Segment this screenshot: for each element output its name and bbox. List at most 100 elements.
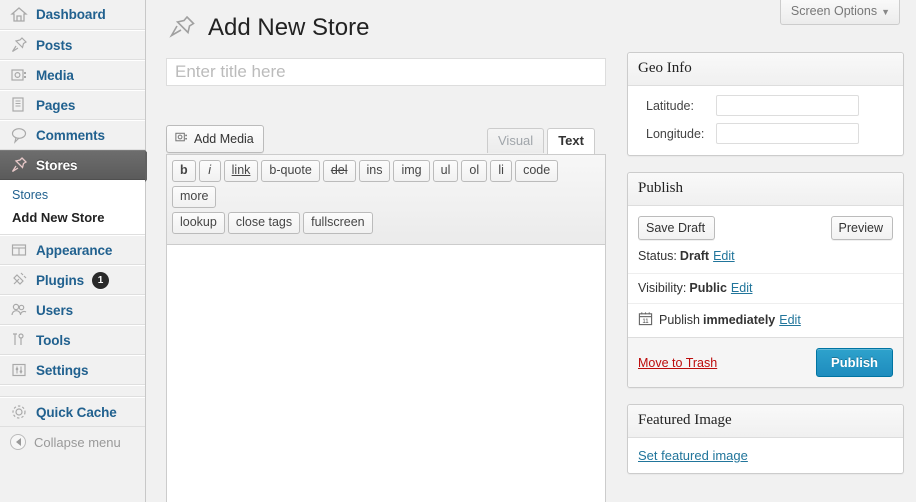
- preview-label: Preview: [838, 221, 883, 235]
- status-edit-link[interactable]: Edit: [713, 249, 735, 263]
- quicktags-row-2: lookup close tags fullscreen: [172, 212, 601, 238]
- quicktag-more[interactable]: more: [172, 186, 217, 208]
- tab-visual-label: Visual: [498, 133, 534, 148]
- set-featured-image-link[interactable]: Set featured image: [638, 448, 748, 463]
- quicktags-row-1: b i link b-quote del ins img ul ol li co…: [172, 160, 601, 212]
- schedule-row: 11 Publish immediately Edit: [628, 303, 903, 337]
- status-row: Status: Draft Edit: [628, 249, 903, 273]
- post-content-textarea[interactable]: [167, 245, 605, 502]
- publish-body: Save Draft Preview Status: Draft Edit Vi…: [628, 206, 903, 387]
- post-title-input[interactable]: [166, 58, 606, 86]
- quicktag-fullscreen[interactable]: fullscreen: [303, 212, 373, 234]
- sidebar-subitem-label: Add New Store: [12, 210, 105, 225]
- tab-visual[interactable]: Visual: [487, 128, 545, 153]
- tab-text[interactable]: Text: [547, 128, 595, 154]
- publish-metabox: Publish Save Draft Preview Status: Draft…: [627, 172, 904, 388]
- geo-info-body: Latitude: Longitude:: [628, 86, 903, 155]
- quicktag-i[interactable]: i: [198, 160, 221, 182]
- sidebar-item-label: Comments: [36, 127, 105, 143]
- sidebar-item-posts[interactable]: Posts: [0, 30, 145, 60]
- plugins-update-badge: 1: [92, 271, 110, 289]
- page-title: Add New Store: [208, 14, 370, 41]
- sidebar-item-label: Tools: [36, 332, 71, 348]
- visibility-value: Public: [689, 281, 727, 295]
- save-draft-label: Save Draft: [646, 221, 706, 235]
- dashboard-house-icon: [9, 5, 29, 25]
- sidebar-item-tools[interactable]: Tools: [0, 325, 145, 355]
- preview-button[interactable]: Preview: [830, 216, 893, 240]
- sidebar-item-stores[interactable]: Stores: [0, 150, 159, 182]
- quicktag-lookup[interactable]: lookup: [172, 212, 225, 234]
- screen-options-button[interactable]: Screen Options ▼: [779, 0, 900, 25]
- quicktag-ol[interactable]: ol: [461, 160, 488, 182]
- sidebar-item-label: Settings: [36, 362, 89, 378]
- quicktag-b-quote[interactable]: b-quote: [261, 160, 320, 182]
- appearance-icon: [9, 240, 29, 260]
- quicktag-link[interactable]: link: [223, 160, 259, 182]
- quicktag-code[interactable]: code: [515, 160, 559, 182]
- plug-icon: [9, 270, 29, 290]
- sidebar-subitem-add-new-store[interactable]: Add New Store: [0, 205, 145, 228]
- main-content: Screen Options▼ Add New Store Add Media …: [147, 0, 916, 502]
- sidebar-item-label: Stores: [36, 157, 78, 173]
- sidebar-item-pages[interactable]: Pages: [0, 90, 145, 120]
- visibility-edit-link[interactable]: Edit: [731, 281, 753, 295]
- page-header: Add New Store: [166, 12, 369, 44]
- quicktag-ul[interactable]: ul: [432, 160, 459, 182]
- sidebar-item-label: Pages: [36, 97, 76, 113]
- add-media-button[interactable]: Add Media: [166, 125, 264, 153]
- comment-bubble-icon: [9, 125, 29, 145]
- visibility-label: Visibility:: [638, 281, 687, 295]
- media-icon: [174, 130, 189, 148]
- schedule-prefix: Publish: [659, 313, 700, 327]
- publishing-actions: Save Draft Preview: [628, 206, 903, 249]
- publish-title: Publish: [628, 173, 903, 206]
- add-media-label: Add Media: [194, 132, 254, 146]
- sidebar-item-quick-cache[interactable]: Quick Cache: [0, 397, 145, 427]
- latitude-input[interactable]: [716, 95, 859, 116]
- status-value: Draft: [679, 249, 710, 263]
- longitude-input[interactable]: [716, 123, 859, 144]
- sidebar-separator: [0, 385, 145, 397]
- quicktag-del[interactable]: del: [322, 160, 356, 182]
- sidebar-item-appearance[interactable]: Appearance: [0, 235, 145, 265]
- svg-text:11: 11: [642, 319, 649, 325]
- quicktag-img[interactable]: img: [393, 160, 430, 182]
- quicktag-close-tags[interactable]: close tags: [227, 212, 301, 234]
- latitude-row: Latitude:: [638, 95, 893, 116]
- quicktag-li[interactable]: li: [490, 160, 513, 182]
- schedule-when: immediately: [703, 313, 776, 327]
- collapse-menu-label: Collapse menu: [34, 434, 121, 450]
- sidebar-subitem-stores[interactable]: Stores: [0, 185, 145, 205]
- featured-image-body: Set featured image: [628, 438, 903, 473]
- tab-text-label: Text: [558, 133, 584, 148]
- featured-image-metabox: Featured Image Set featured image: [627, 404, 904, 474]
- sidebar-item-media[interactable]: Media: [0, 60, 145, 90]
- sidebar-item-settings[interactable]: Settings: [0, 355, 145, 385]
- longitude-row: Longitude:: [638, 123, 893, 144]
- collapse-menu-button[interactable]: Collapse menu: [0, 427, 145, 457]
- sidebar-item-comments[interactable]: Comments: [0, 120, 145, 150]
- sidebar-item-label: Media: [36, 67, 74, 83]
- sidebar-item-label: Posts: [36, 37, 73, 53]
- post-editor: b i link b-quote del ins img ul ol li co…: [166, 154, 606, 502]
- pin-icon: [9, 35, 29, 55]
- sidebar-item-label: Appearance: [36, 242, 113, 258]
- calendar-icon: 11: [638, 311, 653, 329]
- admin-sidebar: Dashboard Posts Media Pages Comments Sto…: [0, 0, 159, 502]
- sidebar-submenu-stores: Stores Add New Store: [0, 180, 145, 235]
- wp-admin-screen: Dashboard Posts Media Pages Comments Sto…: [0, 0, 916, 502]
- save-draft-button[interactable]: Save Draft: [638, 216, 716, 240]
- sidebar-item-dashboard[interactable]: Dashboard: [0, 0, 145, 30]
- sidebar-item-plugins[interactable]: Plugins 1: [0, 265, 145, 295]
- quicktag-b[interactable]: b: [172, 160, 196, 182]
- move-to-trash-link[interactable]: Move to Trash: [638, 356, 717, 370]
- schedule-edit-link[interactable]: Edit: [779, 313, 801, 327]
- sidebar-metaboxes: Geo Info Latitude: Longitude: Publish Sa…: [627, 52, 904, 490]
- settings-sliders-icon: [9, 360, 29, 380]
- geo-info-metabox: Geo Info Latitude: Longitude:: [627, 52, 904, 156]
- publish-button[interactable]: Publish: [816, 348, 893, 377]
- sidebar-item-label: Plugins: [36, 272, 85, 288]
- sidebar-item-users[interactable]: Users: [0, 295, 145, 325]
- quicktag-ins[interactable]: ins: [358, 160, 391, 182]
